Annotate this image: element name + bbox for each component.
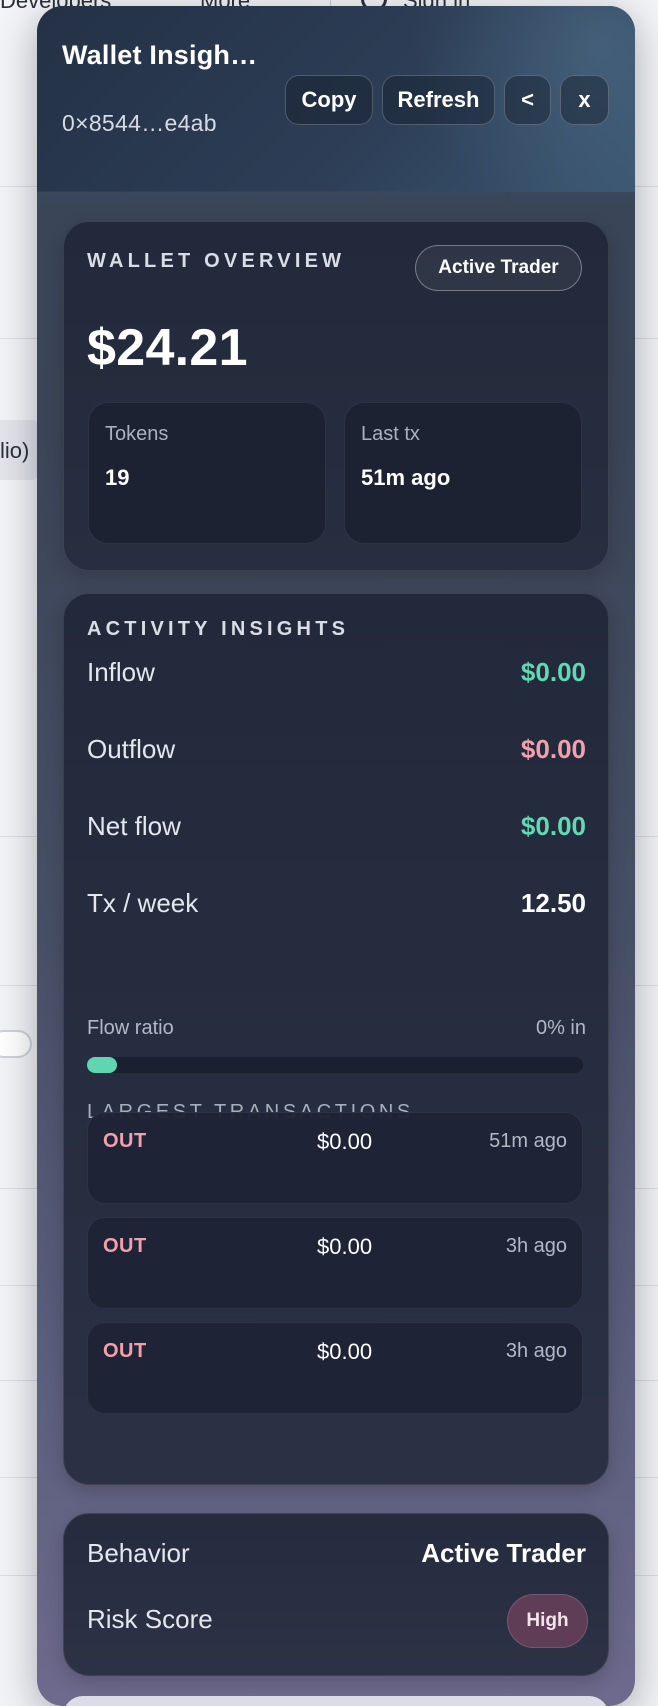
flow-ratio-fill bbox=[87, 1057, 117, 1073]
inflow-label: Inflow bbox=[87, 657, 155, 687]
close-button[interactable]: x bbox=[560, 75, 609, 125]
inflow-value: $0.00 bbox=[520, 657, 586, 687]
bg-toggle[interactable] bbox=[0, 1030, 32, 1058]
transaction-time: 3h ago bbox=[505, 1235, 567, 1257]
last-tx-stat: Last tx 51m ago bbox=[344, 402, 582, 544]
activity-insights-card: ACTIVITY INSIGHTS Inflow $0.00 Outflow $… bbox=[63, 593, 609, 1485]
flow-ratio-bar bbox=[87, 1057, 583, 1073]
wallet-overview-title: WALLET OVERVIEW bbox=[87, 250, 346, 272]
transaction-amount: $0.00 bbox=[317, 1129, 373, 1154]
trader-type-badge: Active Trader bbox=[415, 245, 582, 291]
net-flow-value: $0.00 bbox=[520, 811, 586, 841]
next-card-edge bbox=[63, 1696, 609, 1706]
transaction-direction: OUT bbox=[103, 1130, 147, 1152]
behavior-card: Behavior Active Trader Risk Score High bbox=[63, 1513, 609, 1676]
last-tx-value: 51m ago bbox=[361, 465, 451, 490]
tokens-value: 19 bbox=[105, 465, 130, 490]
outflow-value: $0.00 bbox=[520, 734, 586, 764]
panel-title: Wallet Insigh… bbox=[62, 40, 258, 70]
wallet-address: 0×8544…e4ab bbox=[62, 110, 217, 136]
activity-insights-title: ACTIVITY INSIGHTS bbox=[87, 618, 350, 640]
tx-per-week-value: 12.50 bbox=[520, 888, 586, 918]
transaction-direction: OUT bbox=[103, 1235, 147, 1257]
risk-score-label: Risk Score bbox=[87, 1604, 213, 1634]
refresh-button[interactable]: Refresh bbox=[382, 75, 495, 125]
flow-ratio-label: Flow ratio bbox=[87, 1017, 174, 1039]
net-flow-label: Net flow bbox=[87, 811, 181, 841]
risk-score-badge: High bbox=[507, 1594, 588, 1648]
last-tx-label: Last tx bbox=[361, 423, 420, 445]
transaction-row[interactable]: OUT $0.00 3h ago bbox=[87, 1217, 583, 1309]
wallet-balance: $24.21 bbox=[87, 319, 248, 377]
transaction-amount: $0.00 bbox=[317, 1339, 373, 1364]
transaction-time: 3h ago bbox=[505, 1340, 567, 1362]
wallet-insights-panel: Wallet Insigh… 0×8544…e4ab Copy Refresh … bbox=[37, 6, 635, 1706]
behavior-value: Active Trader bbox=[421, 1538, 586, 1568]
transaction-amount: $0.00 bbox=[317, 1234, 373, 1259]
copy-button[interactable]: Copy bbox=[285, 75, 373, 125]
outflow-label: Outflow bbox=[87, 734, 176, 764]
transaction-row[interactable]: OUT $0.00 3h ago bbox=[87, 1322, 583, 1414]
panel-header: Wallet Insigh… 0×8544…e4ab Copy Refresh … bbox=[37, 6, 635, 192]
transaction-direction: OUT bbox=[103, 1340, 147, 1362]
collapse-button[interactable]: < bbox=[504, 75, 551, 125]
transaction-time: 51m ago bbox=[489, 1130, 567, 1152]
tx-per-week-label: Tx / week bbox=[87, 888, 199, 918]
tokens-stat: Tokens 19 bbox=[88, 402, 326, 544]
bg-pill-text: lio) bbox=[0, 438, 30, 463]
behavior-label: Behavior bbox=[87, 1538, 190, 1568]
flow-ratio-value: 0% in bbox=[535, 1017, 586, 1039]
tokens-label: Tokens bbox=[105, 423, 169, 445]
transaction-row[interactable]: OUT $0.00 51m ago bbox=[87, 1112, 583, 1204]
wallet-overview-card: WALLET OVERVIEW Active Trader $24.21 Tok… bbox=[63, 221, 609, 571]
